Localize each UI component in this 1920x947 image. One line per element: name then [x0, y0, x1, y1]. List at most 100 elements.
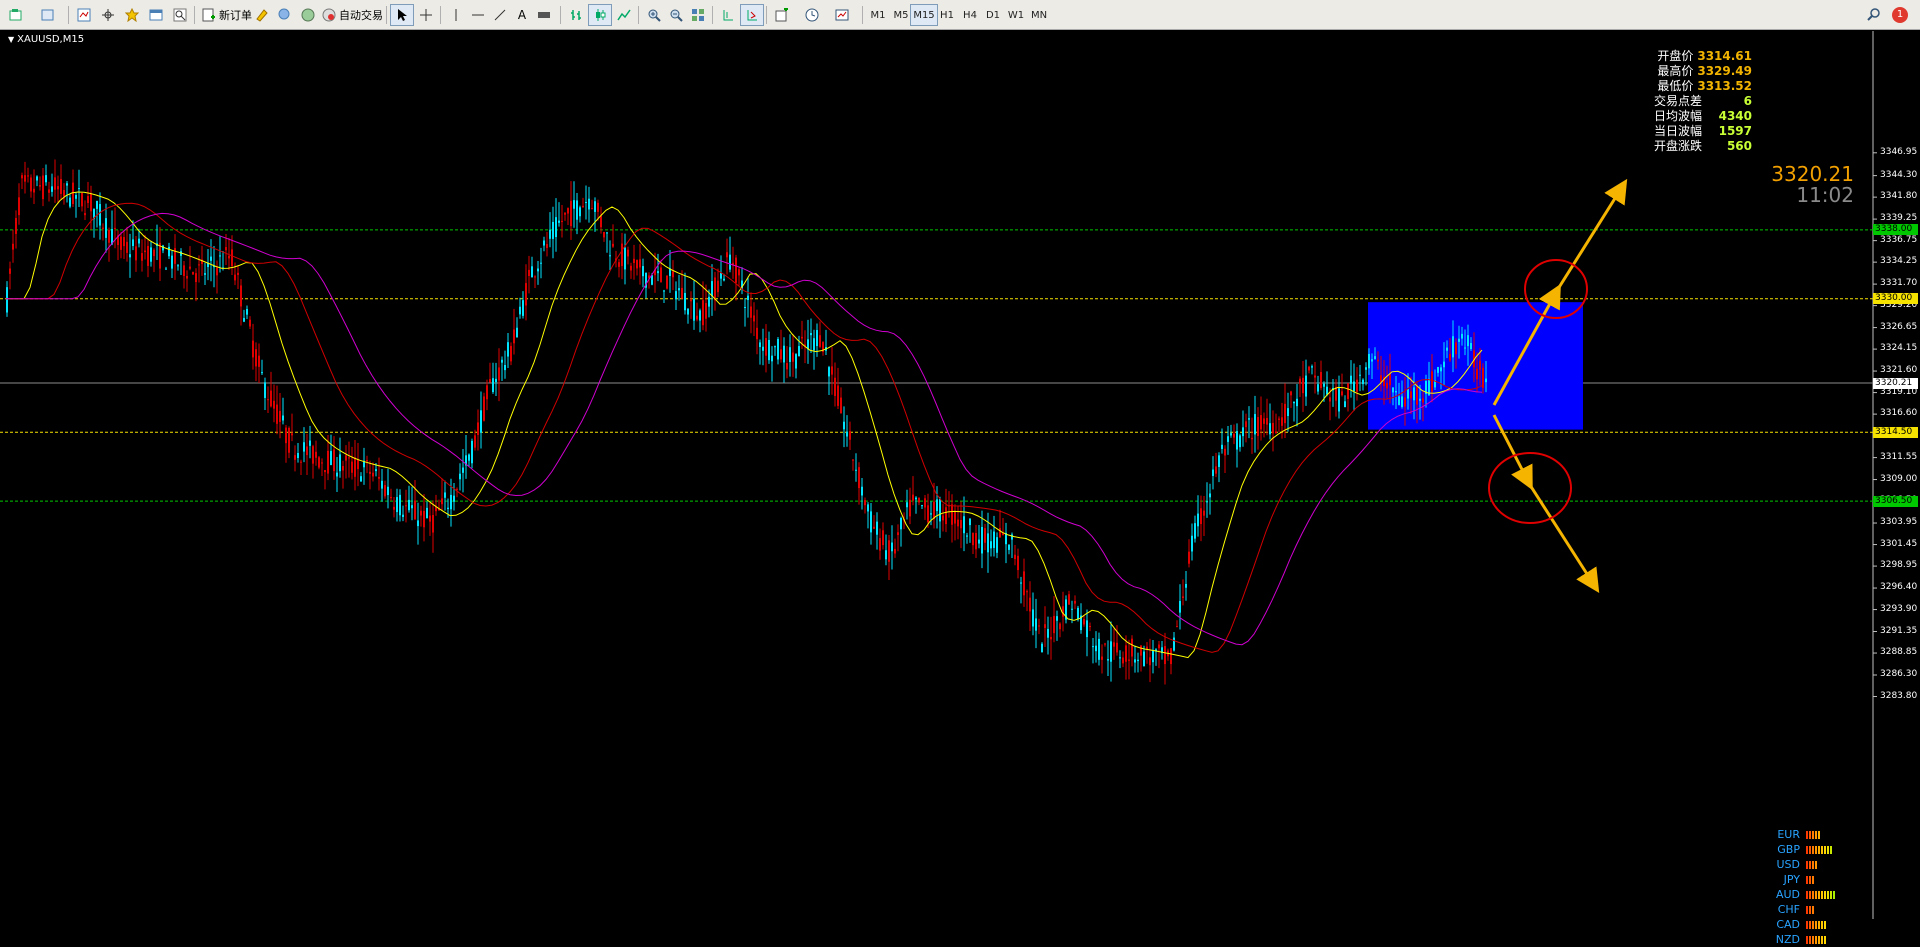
metaeditor-icon[interactable]: [250, 4, 274, 26]
candle: [1122, 651, 1124, 668]
indicators-icon[interactable]: [770, 4, 794, 26]
data-window-icon[interactable]: [96, 4, 120, 26]
candle: [1050, 616, 1052, 660]
price-tick-label: 3339.25: [1880, 213, 1918, 224]
candle: [1308, 365, 1310, 374]
history-center-icon[interactable]: [272, 4, 296, 26]
strength-bars: [1806, 860, 1817, 869]
candle: [1005, 522, 1007, 564]
candle: [555, 198, 557, 252]
bar-chart-icon[interactable]: [564, 4, 588, 26]
candlestick-chart[interactable]: [0, 31, 1920, 919]
currency-strength-row: CAD: [1768, 917, 1835, 932]
new-chart-icon[interactable]: [4, 4, 28, 26]
profiles-icon[interactable]: [36, 4, 60, 26]
candle: [240, 279, 242, 326]
candle: [36, 175, 38, 187]
candle: [621, 232, 623, 280]
global-variables-icon[interactable]: [296, 4, 320, 26]
line-chart-icon[interactable]: [612, 4, 636, 26]
candle: [174, 234, 176, 280]
text-tool-icon[interactable]: A: [510, 4, 534, 26]
zoom-out-icon[interactable]: [664, 4, 688, 26]
search-icon[interactable]: [1862, 4, 1886, 26]
price-tick-label: 3291.35: [1880, 625, 1918, 636]
label-tool-icon[interactable]: [532, 4, 556, 26]
candle: [918, 497, 920, 506]
strength-bar-segment: [1809, 830, 1811, 839]
candle: [1047, 616, 1049, 655]
zoom-in-icon[interactable]: [642, 4, 666, 26]
market-watch-icon[interactable]: [72, 4, 96, 26]
crosshair-tool-icon[interactable]: [414, 4, 438, 26]
price-tick-label: 3316.60: [1880, 408, 1918, 419]
candle: [1179, 584, 1181, 630]
strength-bar-segment: [1818, 830, 1820, 839]
candle: [1101, 644, 1103, 674]
trendline-tool-icon[interactable]: [488, 4, 512, 26]
strength-bar-segment: [1806, 860, 1808, 869]
stat-label: 开盘涨跌: [1653, 139, 1702, 153]
candle: [516, 317, 518, 338]
terminal-icon[interactable]: [144, 4, 168, 26]
cursor-tool-icon[interactable]: [390, 4, 414, 26]
timeframe-mn[interactable]: MN: [1025, 4, 1053, 26]
tile-windows-icon[interactable]: [686, 4, 710, 26]
candle: [675, 281, 677, 311]
candle: [867, 502, 869, 529]
candle: [582, 197, 584, 208]
stat-value: 3314.61: [1697, 49, 1752, 63]
candle: [936, 486, 938, 529]
strategy-tester-icon[interactable]: [168, 4, 192, 26]
candle: [1218, 452, 1220, 483]
price-tick-label: 3288.85: [1880, 647, 1918, 658]
templates-icon[interactable]: [830, 4, 854, 26]
new-order-button[interactable]: 新订单: [198, 4, 256, 26]
autoscroll-icon[interactable]: [740, 4, 764, 26]
candle: [27, 167, 29, 183]
candle: [111, 210, 113, 246]
candle: [39, 176, 41, 191]
horizontal-line-tool-icon[interactable]: [466, 4, 490, 26]
candlestick-chart-icon[interactable]: [588, 4, 612, 26]
candle: [663, 289, 665, 303]
candle: [171, 250, 173, 279]
candle: [1248, 406, 1250, 439]
candle: [369, 460, 371, 490]
vertical-line-tool-icon[interactable]: [444, 4, 468, 26]
candle: [399, 489, 401, 522]
candle: [1257, 407, 1259, 450]
auto-trading-button[interactable]: 自动交易: [318, 4, 387, 26]
strength-bar-segment: [1806, 845, 1808, 854]
candle: [1185, 570, 1187, 601]
candle: [345, 445, 347, 479]
price-chart[interactable]: ▼ XAUUSD,M15 开盘价 3314.61 最高价 3329.49 最低价 3313.…: [0, 31, 1920, 946]
candle: [1233, 424, 1235, 445]
stat-label: 日均波幅: [1653, 109, 1702, 123]
notifications-icon[interactable]: 1: [1888, 4, 1912, 26]
candle: [69, 194, 71, 209]
candle: [291, 413, 293, 442]
candle: [1029, 581, 1031, 631]
candle: [1158, 640, 1160, 669]
strength-bar-segment: [1815, 890, 1817, 899]
candle: [1281, 402, 1283, 439]
candle: [1356, 367, 1358, 401]
candle: [1161, 641, 1163, 660]
candle: [78, 169, 80, 208]
candle: [906, 489, 908, 520]
candle: [435, 494, 437, 516]
candle: [696, 302, 698, 322]
strength-bar-segment: [1821, 845, 1823, 854]
candle: [990, 529, 992, 557]
price-tick-label: 3301.45: [1880, 538, 1918, 549]
periods-icon[interactable]: [800, 4, 824, 26]
chart-shift-icon[interactable]: [716, 4, 740, 26]
candle: [48, 181, 50, 202]
navigator-icon[interactable]: [120, 4, 144, 26]
strength-bar-segment: [1809, 890, 1811, 899]
strength-bar-segment: [1815, 845, 1817, 854]
candle: [798, 335, 800, 357]
candle: [837, 367, 839, 410]
candle: [993, 515, 995, 557]
